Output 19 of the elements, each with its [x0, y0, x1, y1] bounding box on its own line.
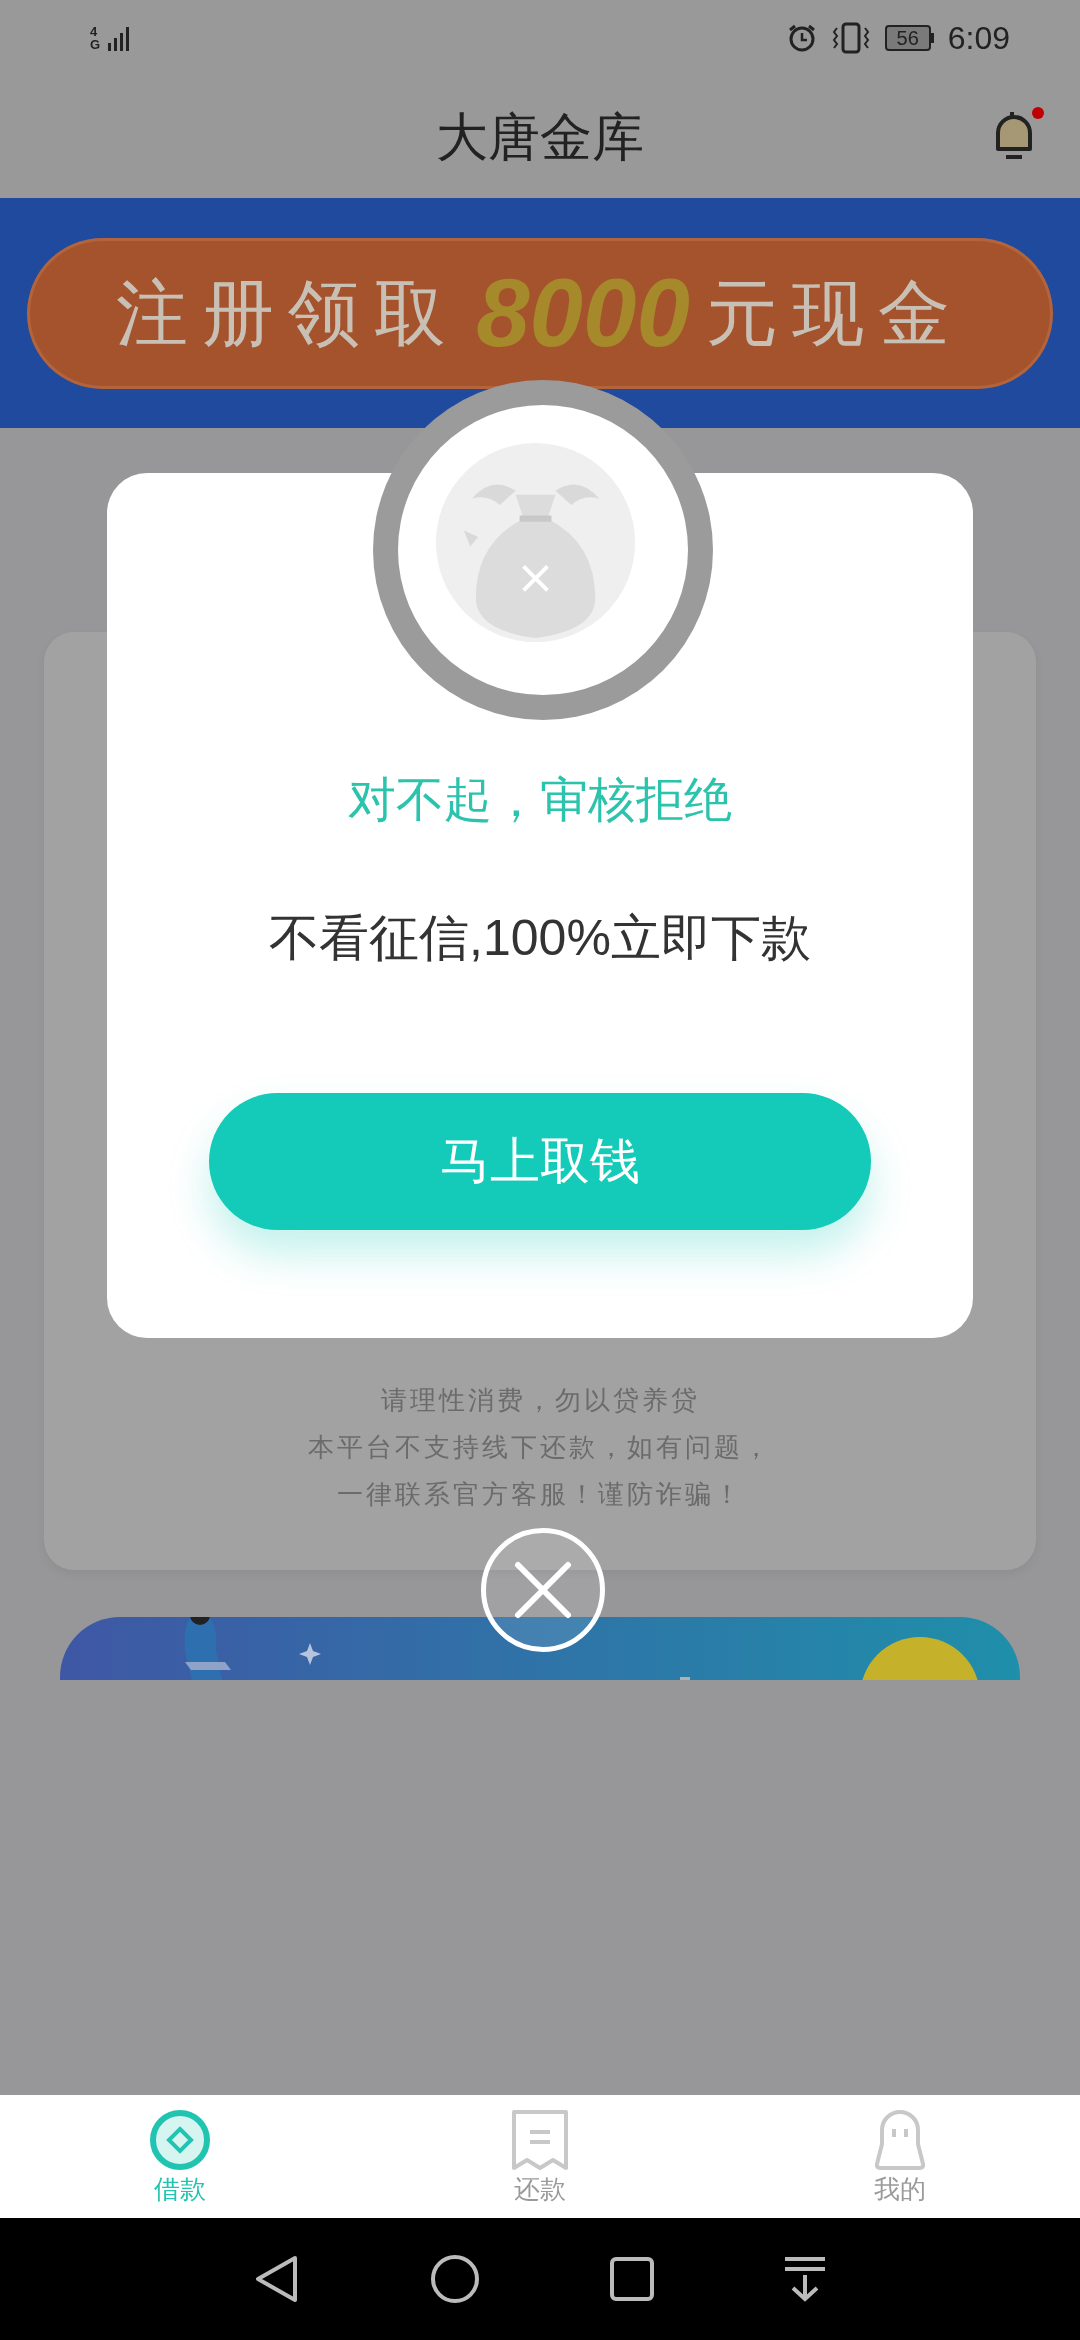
clock-time: 6:09: [947, 18, 1010, 58]
promo-text: 元现金: [705, 272, 964, 355]
dialog-message: 不看征信,100%立即下款: [269, 909, 811, 968]
download-icon[interactable]: [783, 2255, 827, 2303]
promo-text: 注册领取: [116, 272, 461, 355]
tab-item[interactable]: 我的: [720, 2095, 1080, 2218]
person-icon: [875, 2108, 925, 2171]
home-icon[interactable]: [429, 2253, 481, 2305]
vibrate-icon: [830, 21, 871, 54]
tab-item[interactable]: 还款: [360, 2095, 720, 2218]
tab-item[interactable]: 借款: [0, 2095, 360, 2218]
receipt-icon: [511, 2108, 569, 2171]
dialog-title: 对不起，审核拒绝: [348, 772, 732, 828]
close-icon: [513, 1560, 573, 1620]
recents-icon[interactable]: [609, 2256, 655, 2302]
withdraw-button[interactable]: 马上取钱: [209, 1093, 871, 1230]
alarm-icon: [786, 22, 817, 53]
page-title: 大唐金库: [436, 106, 644, 168]
battery-icon: 56: [884, 24, 934, 51]
